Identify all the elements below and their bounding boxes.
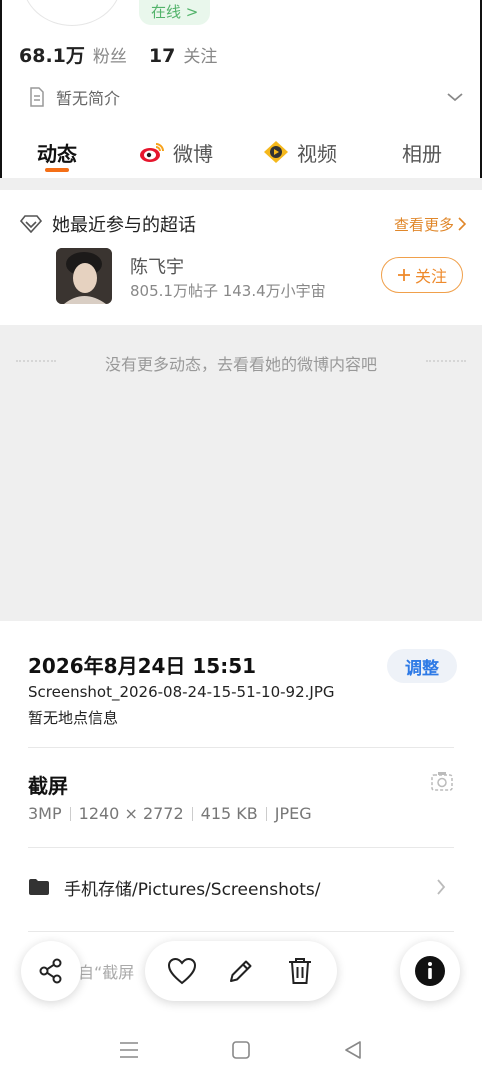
dotted-divider-right (426, 360, 466, 362)
screenshot-camera-icon (431, 772, 453, 791)
tab-feed-label: 动态 (37, 141, 77, 166)
trash-icon (288, 958, 311, 984)
info-button[interactable] (400, 941, 460, 1001)
bio-row[interactable]: 暂无简介 (28, 84, 464, 110)
online-status-badge: 在线 > (139, 0, 211, 25)
profile-tabs: 动态 微博 视频 相册 (0, 128, 482, 176)
meta-separator (191, 806, 193, 821)
following-label[interactable]: 关注 (183, 42, 217, 67)
share-button[interactable] (21, 941, 81, 1001)
portrait-photo (56, 248, 112, 304)
chevron-down-icon[interactable] (446, 91, 464, 103)
meta-separator (69, 806, 71, 821)
system-nav-bar (0, 1020, 482, 1080)
super-topic-title: 她最近参与的超话 (52, 215, 196, 236)
online-status-label: 在线 (151, 3, 182, 21)
followers-count[interactable]: 68.1万 (19, 41, 85, 68)
favorite-button[interactable] (162, 951, 202, 991)
photo-datetime: 2026年8月24日 15:51 (28, 654, 257, 678)
video-icon (264, 141, 288, 163)
section-divider (0, 178, 482, 190)
square-icon (232, 1041, 250, 1059)
file-format: JPEG (274, 804, 312, 823)
info-icon (415, 956, 445, 986)
super-topic-name[interactable]: 陈飞宇 (130, 253, 184, 279)
back-button[interactable] (341, 1038, 365, 1062)
bio-text: 暂无简介 (56, 89, 121, 108)
divider (28, 931, 454, 932)
online-status-chevron: > (185, 3, 199, 21)
photo-category: 截屏 (28, 774, 68, 798)
tab-feed[interactable]: 动态 (0, 128, 114, 176)
home-button[interactable] (229, 1038, 253, 1062)
following-count[interactable]: 17 (149, 45, 175, 67)
see-more-label: 查看更多 (393, 215, 454, 234)
triangle-back-icon (345, 1041, 361, 1059)
photo-meta-row: 3MP 1240 × 2772 415 KB JPEG (28, 804, 312, 823)
document-icon (30, 87, 44, 107)
profile-stats: 68.1万 粉丝 17 关注 (19, 41, 231, 69)
edit-button[interactable] (221, 951, 261, 991)
photo-action-bar (145, 941, 337, 1001)
follow-button-label: 关注 (414, 267, 447, 286)
folder-icon (29, 879, 49, 895)
heart-icon (168, 957, 197, 985)
recents-button[interactable] (117, 1038, 141, 1062)
chevron-right-icon (458, 217, 466, 231)
tab-album-label: 相册 (402, 141, 442, 166)
tab-weibo[interactable]: 微博 (114, 128, 238, 176)
meta-separator (265, 806, 267, 821)
menu-lines-icon (120, 1042, 138, 1058)
follow-button[interactable]: 关注 (381, 257, 463, 293)
divider (28, 747, 454, 748)
weibo-icon (140, 143, 164, 162)
storage-path-row[interactable]: 手机存储/Pictures/Screenshots/ (28, 874, 446, 900)
empty-feed-area: 没有更多动态，去看看她的微博内容吧 (0, 325, 482, 621)
tab-video-label: 视频 (297, 141, 337, 166)
super-topic-header: 她最近参与的超话 查看更多 (20, 210, 466, 238)
delete-button[interactable] (280, 951, 320, 991)
tab-video[interactable]: 视频 (238, 128, 362, 176)
super-topic-card: 她最近参与的超话 查看更多 陈飞宇 805.1万帖子 143.4万小宇宙 关注 (0, 190, 482, 325)
super-topic-thumbnail[interactable] (56, 248, 112, 304)
share-icon (39, 958, 62, 984)
divider (28, 847, 454, 848)
followers-label[interactable]: 粉丝 (93, 42, 127, 67)
location-info: 暂无地点信息 (28, 709, 119, 727)
file-size: 415 KB (200, 804, 258, 823)
adjust-button[interactable]: 调整 (387, 649, 457, 683)
chevron-right-icon (437, 879, 446, 895)
storage-path: 手机存储/Pictures/Screenshots/ (64, 879, 321, 900)
diamond-icon (20, 215, 42, 233)
pencil-icon (229, 960, 252, 982)
see-more-link[interactable]: 查看更多 (394, 214, 466, 235)
tab-album[interactable]: 相册 (362, 128, 482, 176)
dimensions: 1240 × 2772 (78, 804, 184, 823)
empty-feed-message[interactable]: 没有更多动态，去看看她的微博内容吧 (0, 351, 482, 375)
plus-icon (397, 269, 410, 281)
super-topic-stats: 805.1万帖子 143.4万小宇宙 (130, 282, 326, 300)
tab-weibo-label: 微博 (173, 141, 213, 166)
resolution: 3MP (28, 804, 62, 823)
file-name: Screenshot_2026-08-24-15-51-10-92.JPG (28, 683, 335, 701)
photo-info-sheet: 2026年8月24日 15:51 调整 Screenshot_2026-08-2… (0, 621, 482, 1080)
